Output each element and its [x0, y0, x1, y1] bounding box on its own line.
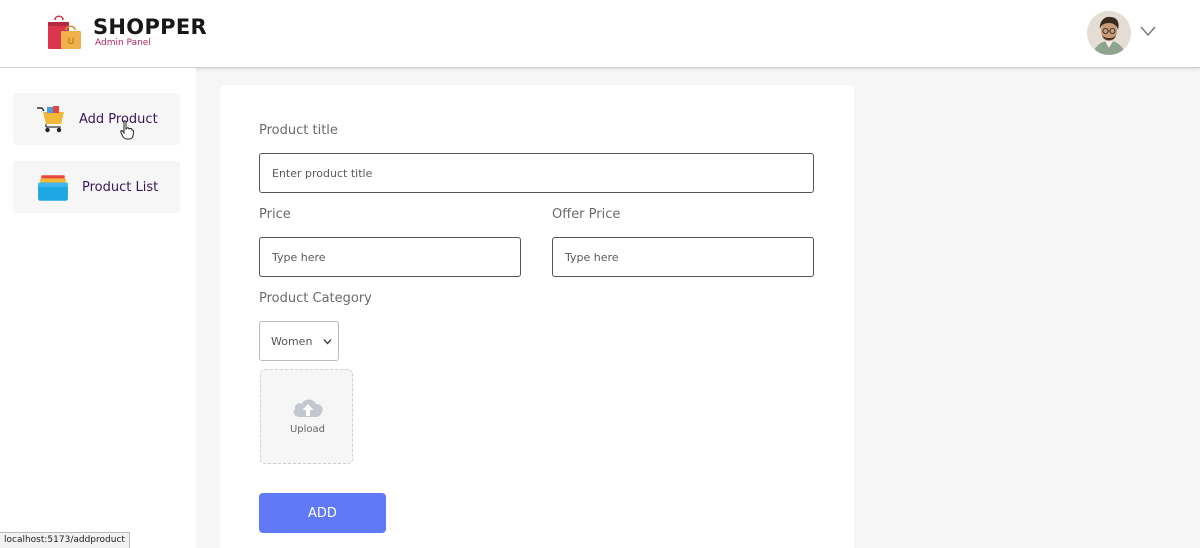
category-select[interactable]: Women	[259, 321, 339, 361]
price-label: Price	[259, 207, 291, 222]
logo[interactable]: U SHOPPER Admin Panel	[45, 14, 207, 52]
sidebar-item-label: Add Product	[79, 111, 158, 127]
shopping-bag-icon: U	[48, 15, 81, 49]
folder-stack-icon	[38, 175, 68, 201]
sidebar-item-label: Product List	[82, 179, 159, 195]
avatar[interactable]	[1087, 11, 1131, 55]
category-selected-value: Women	[271, 334, 313, 348]
sidebar-item-product-list[interactable]: Product List	[13, 161, 180, 213]
product-category-label: Product Category	[259, 291, 372, 306]
brand-name: SHOPPER	[93, 15, 207, 39]
sidebar: Add Product Product List	[0, 68, 196, 548]
cloud-upload-icon	[293, 399, 323, 417]
cart-icon	[37, 106, 64, 133]
sidebar-item-add-product[interactable]: Add Product	[13, 93, 180, 145]
chevron-down-icon	[323, 339, 332, 345]
top-navbar: U SHOPPER Admin Panel	[0, 0, 1200, 68]
chevron-down-icon[interactable]	[1139, 24, 1157, 38]
price-input[interactable]	[259, 237, 521, 277]
svg-text:U: U	[68, 37, 75, 47]
hand-cursor-icon	[120, 120, 134, 140]
offer-price-input[interactable]	[552, 237, 814, 277]
upload-label: Upload	[289, 424, 326, 435]
status-bar-url: localhost:5173/addproduct	[0, 532, 130, 548]
add-button[interactable]: ADD	[259, 493, 386, 533]
profile-photo-icon	[1087, 11, 1131, 55]
product-title-label: Product title	[259, 123, 338, 138]
upload-area[interactable]: Upload	[260, 369, 353, 464]
offer-price-label: Offer Price	[552, 207, 621, 222]
product-title-input[interactable]	[259, 153, 814, 193]
